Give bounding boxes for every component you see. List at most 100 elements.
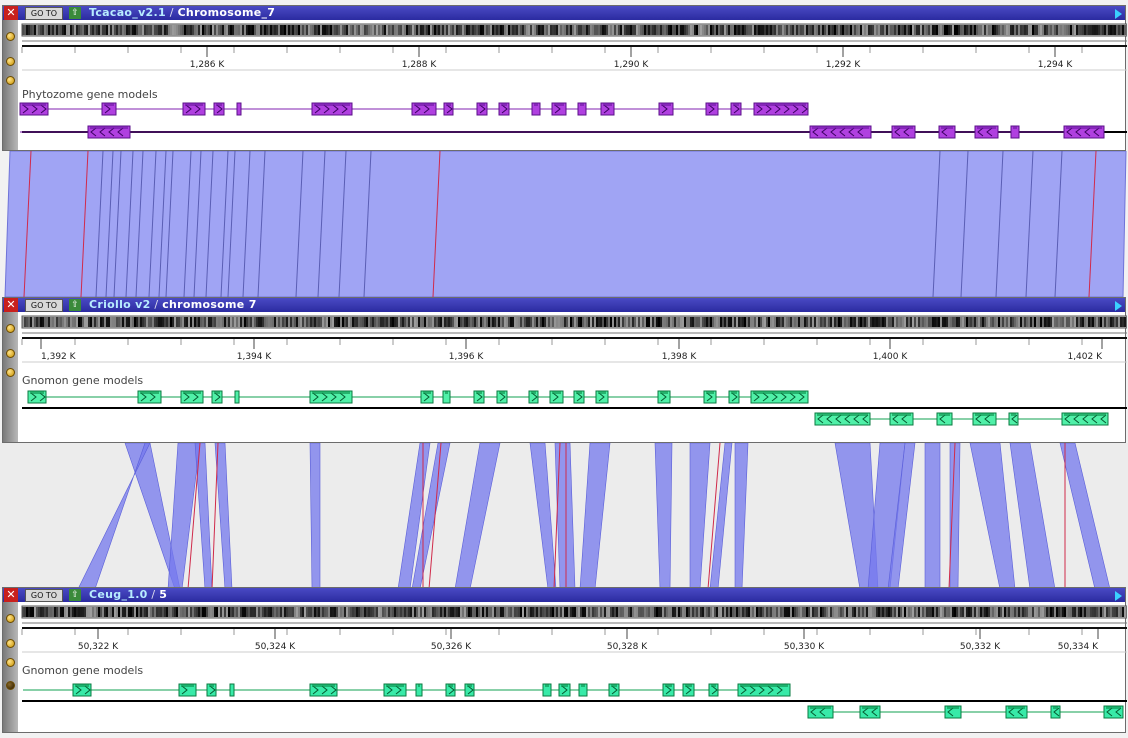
- track-option-icon[interactable]: [6, 32, 15, 41]
- close-button[interactable]: ✕: [4, 298, 18, 312]
- exon-block[interactable]: [137, 390, 162, 404]
- exon-block[interactable]: [595, 390, 609, 404]
- exon-block[interactable]: [1063, 125, 1105, 139]
- exon-block[interactable]: [859, 705, 881, 719]
- gene-models-forward[interactable]: [19, 102, 809, 116]
- exon-block[interactable]: [531, 102, 541, 116]
- exon-block[interactable]: [206, 683, 217, 697]
- exon-block[interactable]: [809, 125, 872, 139]
- exon-block[interactable]: [972, 412, 997, 426]
- exon-block[interactable]: [974, 125, 999, 139]
- exon-block[interactable]: [577, 102, 587, 116]
- exon-block[interactable]: [178, 683, 197, 697]
- gene-models-reverse[interactable]: [807, 705, 1124, 719]
- exon-block[interactable]: [528, 390, 539, 404]
- exon-block[interactable]: [891, 125, 916, 139]
- exon-block[interactable]: [445, 683, 456, 697]
- expand-right-icon[interactable]: [1115, 9, 1122, 19]
- exon-block[interactable]: [578, 683, 588, 697]
- exon-block[interactable]: [1010, 125, 1020, 139]
- exon-block[interactable]: [236, 102, 242, 116]
- exon-block[interactable]: [180, 390, 204, 404]
- track-option-icon[interactable]: [6, 349, 15, 358]
- exon-block[interactable]: [750, 390, 809, 404]
- exon-block[interactable]: [101, 102, 117, 116]
- panel-content[interactable]: 1,392 K 1,394 K 1,396 K 1,398 K 1,400 K 1,402…: [18, 312, 1127, 444]
- exon-block[interactable]: [311, 102, 353, 116]
- expand-right-icon[interactable]: [1115, 591, 1122, 601]
- gene-models-forward[interactable]: [27, 390, 809, 404]
- exon-block[interactable]: [705, 102, 719, 116]
- exon-block[interactable]: [443, 102, 454, 116]
- up-arrow-icon[interactable]: ⇧: [69, 589, 81, 601]
- exon-block[interactable]: [814, 412, 871, 426]
- exon-block[interactable]: [608, 683, 620, 697]
- exon-block[interactable]: [182, 102, 206, 116]
- exon-block[interactable]: [662, 683, 675, 697]
- goto-button[interactable]: GO TO: [25, 299, 63, 312]
- exon-block[interactable]: [549, 390, 564, 404]
- exon-block[interactable]: [473, 390, 485, 404]
- exon-block[interactable]: [383, 683, 407, 697]
- exon-block[interactable]: [737, 683, 791, 697]
- exon-block[interactable]: [657, 390, 671, 404]
- goto-button[interactable]: GO TO: [25, 589, 63, 602]
- exon-block[interactable]: [27, 390, 47, 404]
- exon-block[interactable]: [730, 102, 742, 116]
- panel-content[interactable]: 1,286 K 1,288 K 1,290 K 1,292 K 1,294 K Phyt…: [18, 20, 1127, 152]
- exon-block[interactable]: [1005, 705, 1028, 719]
- track-option-icon[interactable]: [6, 681, 15, 690]
- exon-block[interactable]: [234, 390, 240, 404]
- genome-view[interactable]: 1,392 K 1,394 K 1,396 K 1,398 K 1,400 K 1,402…: [18, 312, 1127, 444]
- track-option-icon[interactable]: [6, 658, 15, 667]
- exon-block[interactable]: [1008, 412, 1019, 426]
- gene-models-reverse[interactable]: [814, 412, 1109, 426]
- track-option-icon[interactable]: [6, 614, 15, 623]
- chromosome-density-bar[interactable]: [21, 315, 1127, 329]
- exon-block[interactable]: [19, 102, 49, 116]
- genome-view[interactable]: 50,322 K 50,324 K 50,326 K 50,328 K 50,330 K…: [18, 602, 1127, 734]
- genome-view[interactable]: 1,286 K 1,288 K 1,290 K 1,292 K 1,294 K: [18, 20, 1127, 152]
- up-arrow-icon[interactable]: ⇧: [69, 299, 81, 311]
- exon-block[interactable]: [476, 102, 488, 116]
- exon-block[interactable]: [309, 390, 353, 404]
- exon-block[interactable]: [415, 683, 423, 697]
- exon-block[interactable]: [211, 390, 223, 404]
- exon-block[interactable]: [708, 683, 719, 697]
- goto-button[interactable]: GO TO: [25, 7, 63, 20]
- exon-block[interactable]: [496, 390, 508, 404]
- exon-block[interactable]: [728, 390, 740, 404]
- track-option-icon[interactable]: [6, 57, 15, 66]
- exon-block[interactable]: [542, 683, 552, 697]
- exon-block[interactable]: [442, 390, 451, 404]
- close-button[interactable]: ✕: [4, 6, 18, 20]
- exon-block[interactable]: [753, 102, 809, 116]
- exon-block[interactable]: [87, 125, 131, 139]
- exon-block[interactable]: [936, 412, 953, 426]
- exon-block[interactable]: [703, 390, 717, 404]
- exon-block[interactable]: [558, 683, 571, 697]
- exon-block[interactable]: [464, 683, 475, 697]
- exon-block[interactable]: [807, 705, 834, 719]
- exon-block[interactable]: [309, 683, 338, 697]
- expand-right-icon[interactable]: [1115, 301, 1122, 311]
- panel-content[interactable]: 50,322 K 50,324 K 50,326 K 50,328 K 50,330 K…: [18, 602, 1127, 734]
- gene-models-forward[interactable]: [23, 683, 791, 697]
- up-arrow-icon[interactable]: ⇧: [69, 7, 81, 19]
- track-option-icon[interactable]: [6, 368, 15, 377]
- exon-block[interactable]: [682, 683, 695, 697]
- track-option-icon[interactable]: [6, 76, 15, 85]
- chromosome-density-bar[interactable]: [21, 23, 1127, 37]
- exon-block[interactable]: [889, 412, 914, 426]
- exon-block[interactable]: [420, 390, 434, 404]
- exon-block[interactable]: [1103, 705, 1124, 719]
- exon-block[interactable]: [72, 683, 92, 697]
- exon-block[interactable]: [658, 102, 674, 116]
- exon-block[interactable]: [573, 390, 585, 404]
- track-option-icon[interactable]: [6, 639, 15, 648]
- exon-block[interactable]: [1061, 412, 1109, 426]
- track-option-icon[interactable]: [6, 324, 15, 333]
- chromosome-density-bar[interactable]: [21, 605, 1127, 619]
- exon-block[interactable]: [938, 125, 956, 139]
- exon-block[interactable]: [944, 705, 962, 719]
